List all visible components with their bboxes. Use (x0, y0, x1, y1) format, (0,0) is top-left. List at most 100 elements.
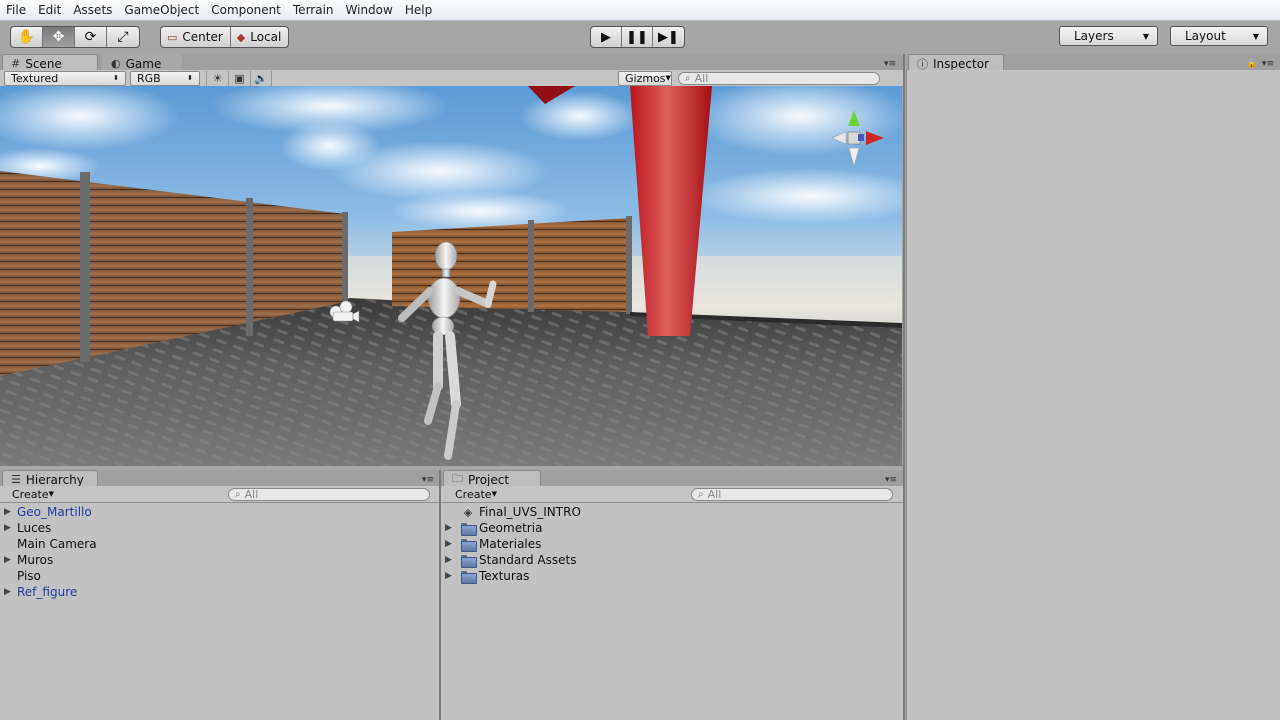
menu-file[interactable]: File (0, 0, 32, 21)
expand-arrow-icon[interactable]: ▶ (445, 523, 455, 533)
chevron-down-icon: ▼ (1252, 31, 1259, 41)
game-icon: ◐ (111, 57, 121, 70)
expand-arrow-icon[interactable]: ▶ (445, 571, 455, 581)
tab-inspector-label: Inspector (933, 56, 989, 71)
pause-button[interactable]: ❚❚ (622, 27, 653, 47)
search-icon: ⌕ (698, 488, 704, 500)
search-icon: ⌕ (235, 488, 241, 500)
folder-icon (461, 538, 477, 552)
hand-tool-button[interactable]: ✋ (11, 27, 43, 47)
project-item[interactable]: ▶ Texturas (441, 568, 529, 584)
pivot-icon: ▭ (167, 30, 178, 44)
panel-menu-icon[interactable]: ▾≡ (885, 475, 897, 485)
play-button[interactable]: ▶ (591, 27, 622, 47)
layers-label: Layers (1074, 29, 1114, 43)
hierarchy-item[interactable]: ▶ Muros (0, 552, 53, 568)
cube-icon: ◆ (236, 30, 246, 44)
scale-icon: ⤢ (117, 29, 129, 45)
updown-icon: ⬍ (187, 74, 193, 82)
pivot-toggles: ▭ Center ◆ Local (160, 26, 290, 48)
hierarchy-create-dropdown[interactable]: Create ▼ (6, 487, 56, 502)
playback-controls: ▶ ❚❚ ▶❚ (590, 26, 685, 48)
expand-arrow-icon[interactable]: ▶ (4, 523, 14, 533)
hierarchy-list: ▶ Geo_Martillo ▶ Luces Main Camera ▶ Mur… (0, 503, 439, 720)
scene-viewport[interactable] (0, 86, 902, 466)
project-create-dropdown[interactable]: Create ▼ (449, 487, 499, 502)
gizmos-label: Gizmos (625, 71, 666, 85)
project-search-input[interactable]: ⌕ All (691, 487, 893, 501)
step-icon: ▶❚ (658, 29, 679, 45)
panel-menu-icon[interactable]: ▾≡ (1262, 59, 1274, 69)
expand-arrow-icon[interactable]: ▶ (4, 587, 14, 597)
play-icon: ▶ (601, 29, 611, 45)
project-item-label: Texturas (479, 569, 530, 583)
expand-arrow-icon[interactable]: ▶ (4, 555, 14, 565)
menu-edit[interactable]: Edit (32, 0, 67, 21)
render-mode-dropdown[interactable]: Textured ⬍ (4, 70, 126, 86)
menu-gameobject[interactable]: GameObject (118, 0, 205, 21)
grid-icon: # (11, 57, 21, 70)
tab-hierarchy-label: Hierarchy (25, 472, 84, 487)
menu-terrain[interactable]: Terrain (287, 0, 340, 21)
project-item-label: Final_UVS_INTRO (479, 505, 581, 519)
hierarchy-search-input[interactable]: ⌕ All (228, 487, 430, 501)
project-toolbar: Create ▼ ⌕ All (441, 486, 903, 503)
move-tool-button[interactable]: ✥ (43, 27, 75, 47)
image-icon: ▣ (234, 71, 245, 85)
panel-menu-icon[interactable]: ▾≡ (884, 59, 896, 69)
rotate-tool-button[interactable]: ⟳ (75, 27, 107, 47)
scene-search-input[interactable]: ⌕ All (678, 71, 880, 85)
step-button[interactable]: ▶❚ (653, 27, 684, 47)
panel-menu-icon[interactable]: ▾≡ (422, 475, 434, 485)
folder-icon (461, 570, 477, 584)
audio-toggle[interactable]: 🔊 (250, 70, 272, 86)
channel-dropdown[interactable]: RGB ⬍ (130, 70, 200, 86)
hierarchy-item[interactable]: Main Camera (0, 536, 97, 552)
menu-assets[interactable]: Assets (67, 0, 118, 21)
project-item[interactable]: ▶ Standard Assets (441, 552, 576, 568)
tab-project-label: Project (468, 472, 510, 487)
hierarchy-item[interactable]: ▶ Geo_Martillo (0, 504, 92, 520)
pause-icon: ❚❚ (626, 29, 648, 45)
project-item[interactable]: ◈ Final_UVS_INTRO (441, 504, 581, 520)
expand-arrow-icon[interactable]: ▶ (4, 507, 14, 517)
lighting-toggle[interactable]: ☀ (206, 70, 228, 86)
hierarchy-item-label: Luces (17, 521, 52, 535)
menu-window[interactable]: Window (340, 0, 399, 21)
project-item[interactable]: ▶ Geometria (441, 520, 542, 536)
scene-render (0, 86, 902, 466)
inspector-panel (906, 70, 1280, 720)
speaker-icon: 🔊 (254, 71, 268, 85)
layers-dropdown[interactable]: Layers ▼ (1059, 26, 1158, 46)
project-create-label: Create (455, 487, 492, 501)
hierarchy-item-label: Piso (17, 569, 41, 583)
hierarchy-item[interactable]: Piso (0, 568, 41, 584)
fx-toggle[interactable]: ▣ (228, 70, 250, 86)
menu-help[interactable]: Help (399, 0, 438, 21)
updown-icon: ⬍ (113, 74, 119, 82)
lock-icon[interactable]: 🔒 (1246, 59, 1257, 69)
scene-toolbar: Textured ⬍ RGB ⬍ ☀ ▣ 🔊 Gizmos ▼ ⌕ All (0, 70, 903, 87)
panel-splitter[interactable] (903, 54, 905, 720)
hierarchy-item[interactable]: ▶ Ref_figure (0, 584, 77, 600)
pivot-center-button[interactable]: ▭ Center (161, 27, 231, 47)
unity-scene-icon: ◈ (463, 505, 473, 519)
expand-arrow-icon[interactable]: ▶ (445, 555, 455, 565)
rotation-label: Local (250, 30, 282, 44)
rotation-local-button[interactable]: ◆ Local (231, 27, 289, 47)
rotate-icon: ⟳ (84, 29, 97, 45)
menu-component[interactable]: Component (205, 0, 287, 21)
expand-arrow-icon[interactable]: ▶ (445, 539, 455, 549)
sun-icon: ☀ (212, 71, 223, 85)
project-item-label: Materiales (479, 537, 542, 551)
hand-icon: ✋ (17, 29, 36, 45)
chevron-down-icon: ▼ (665, 74, 671, 82)
tab-game-label: Game (125, 56, 162, 71)
scale-tool-button[interactable]: ⤢ (107, 27, 139, 47)
gizmos-dropdown[interactable]: Gizmos ▼ (618, 70, 672, 86)
layout-dropdown[interactable]: Layout ▼ (1170, 26, 1268, 46)
project-item[interactable]: ▶ Materiales (441, 536, 541, 552)
hierarchy-item[interactable]: ▶ Luces (0, 520, 51, 536)
folder-icon (461, 522, 477, 536)
search-icon: ⌕ (685, 72, 691, 84)
